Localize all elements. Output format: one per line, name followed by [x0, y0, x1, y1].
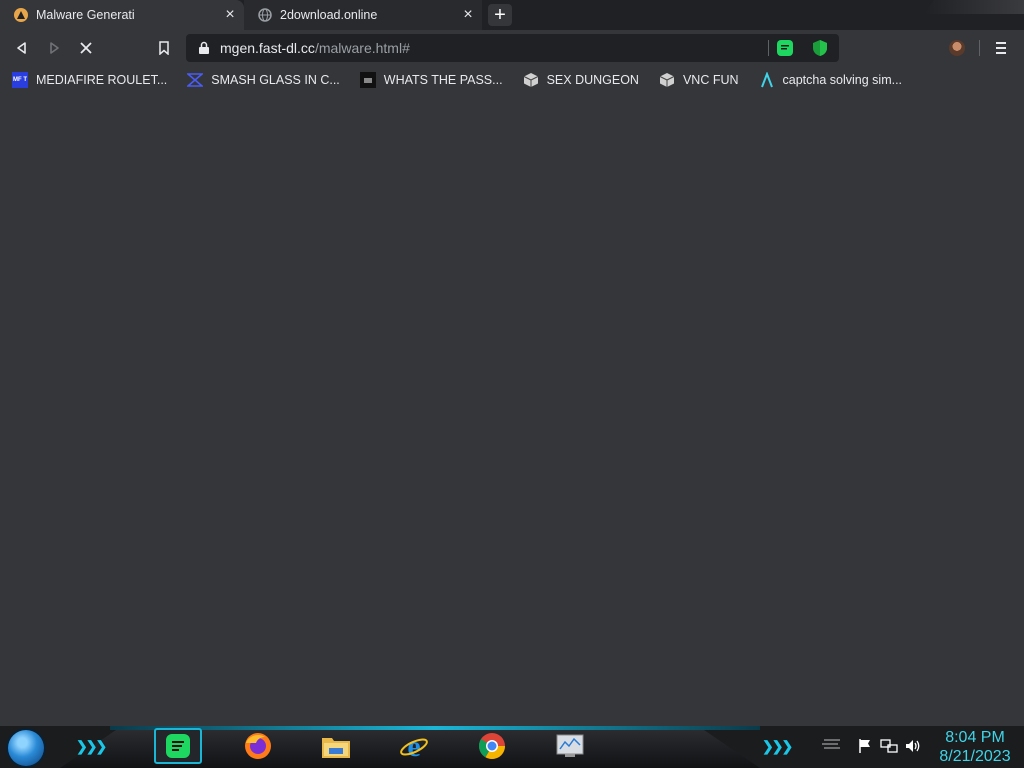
tab-malware-generator[interactable]: Malware Generati ×	[0, 0, 244, 30]
window-frame-decoration	[924, 0, 1024, 14]
lock-icon	[199, 41, 209, 54]
tab-title: Malware Generati	[36, 8, 135, 22]
bookmark-label: WHATS THE PASS...	[383, 73, 503, 87]
taskbar-task-manager[interactable]	[546, 728, 594, 764]
taskbar: ❯❯❯ ❯❯❯ e 8:04 PM 8/21/2023	[0, 726, 1024, 768]
divider	[768, 40, 769, 56]
taskbar-chrome[interactable]	[468, 728, 516, 764]
taskbar-file-explorer[interactable]	[312, 728, 360, 764]
back-arrow-icon	[17, 42, 26, 54]
chrome-icon	[478, 733, 506, 760]
bookmark-button[interactable]	[154, 38, 174, 58]
clock-date: 8/21/2023	[939, 748, 1011, 765]
volume-icon[interactable]	[904, 738, 922, 757]
url-text[interactable]: mgen.fast-dl.cc/malware.html#	[220, 40, 410, 56]
firefox-icon	[245, 733, 271, 759]
profile-avatar[interactable]	[949, 40, 965, 56]
box-icon	[359, 72, 376, 88]
bookmark-label: VNC FUN	[682, 73, 739, 87]
taskbar-spotify[interactable]	[154, 728, 202, 764]
new-tab-button[interactable]: +	[488, 4, 512, 26]
lambda-icon	[759, 72, 775, 88]
bookmark-label: SMASH GLASS IN C...	[211, 73, 340, 87]
bookmark-label: captcha solving sim...	[782, 73, 903, 87]
file-explorer-icon	[322, 738, 350, 758]
svg-text:e: e	[407, 731, 420, 761]
internet-explorer-icon: e	[400, 731, 428, 761]
bookmark-mediafire-roulette[interactable]: MF T MEDIAFIRE ROULET...	[0, 68, 175, 92]
close-tab-icon[interactable]: ×	[460, 7, 476, 23]
chevron-logo-icon	[187, 72, 204, 88]
bookmark-icon	[159, 41, 169, 55]
taskbar-firefox[interactable]	[234, 728, 282, 764]
menu-icon[interactable]	[994, 39, 1008, 57]
bookmark-whats-the-pass[interactable]: WHATS THE PASS...	[348, 68, 511, 92]
forward-button[interactable]	[44, 38, 64, 58]
url-host: mgen.fast-dl.cc	[220, 40, 315, 56]
clock-time: 8:04 PM	[945, 729, 1005, 746]
extension-chat-icon[interactable]	[777, 40, 793, 56]
close-tab-icon[interactable]: ×	[222, 7, 238, 23]
tab-strip: Malware Generati × 2download.online × +	[0, 0, 1024, 30]
system-clock[interactable]: 8:04 PM 8/21/2023	[930, 728, 1020, 766]
cube-icon	[659, 72, 675, 88]
stop-loading-button[interactable]	[76, 38, 96, 58]
tab-2download[interactable]: 2download.online ×	[244, 0, 482, 30]
mft-icon: MF T	[12, 72, 28, 88]
chevron-decoration-icon: ❯❯❯	[762, 738, 793, 754]
action-center-flag-icon[interactable]	[857, 738, 873, 757]
warning-icon	[14, 8, 28, 22]
show-desktop-icon[interactable]	[820, 738, 842, 755]
bookmark-label: MEDIAFIRE ROULET...	[36, 73, 168, 87]
bookmarks-bar: MF T MEDIAFIRE ROULET... SMASH GLASS IN …	[0, 66, 1024, 94]
bookmark-smash-glass[interactable]: SMASH GLASS IN C...	[175, 68, 348, 92]
spotify-icon	[166, 734, 190, 758]
back-button[interactable]	[12, 38, 32, 58]
shield-icon[interactable]	[812, 39, 828, 57]
task-manager-icon	[556, 734, 584, 757]
bookmark-captcha-solving[interactable]: captcha solving sim...	[747, 68, 911, 92]
page-content	[0, 94, 1024, 726]
chevron-decoration-icon: ❯❯❯	[76, 738, 107, 754]
browser-toolbar: mgen.fast-dl.cc/malware.html#	[0, 30, 1024, 66]
bookmark-label: SEX DUNGEON	[546, 73, 639, 87]
bookmark-sex-dungeon[interactable]: SEX DUNGEON	[511, 68, 647, 92]
start-button[interactable]	[8, 730, 44, 766]
cube-icon	[523, 72, 539, 88]
taskbar-internet-explorer[interactable]: e	[390, 728, 438, 764]
close-icon	[80, 42, 92, 54]
bookmark-vnc-fun[interactable]: VNC FUN	[647, 68, 747, 92]
divider	[979, 40, 980, 56]
address-bar[interactable]: mgen.fast-dl.cc/malware.html#	[186, 34, 839, 62]
tab-title: 2download.online	[280, 8, 378, 22]
url-path: /malware.html#	[314, 40, 410, 56]
network-icon[interactable]	[880, 738, 898, 757]
forward-arrow-icon	[50, 42, 59, 54]
globe-icon	[258, 8, 272, 22]
